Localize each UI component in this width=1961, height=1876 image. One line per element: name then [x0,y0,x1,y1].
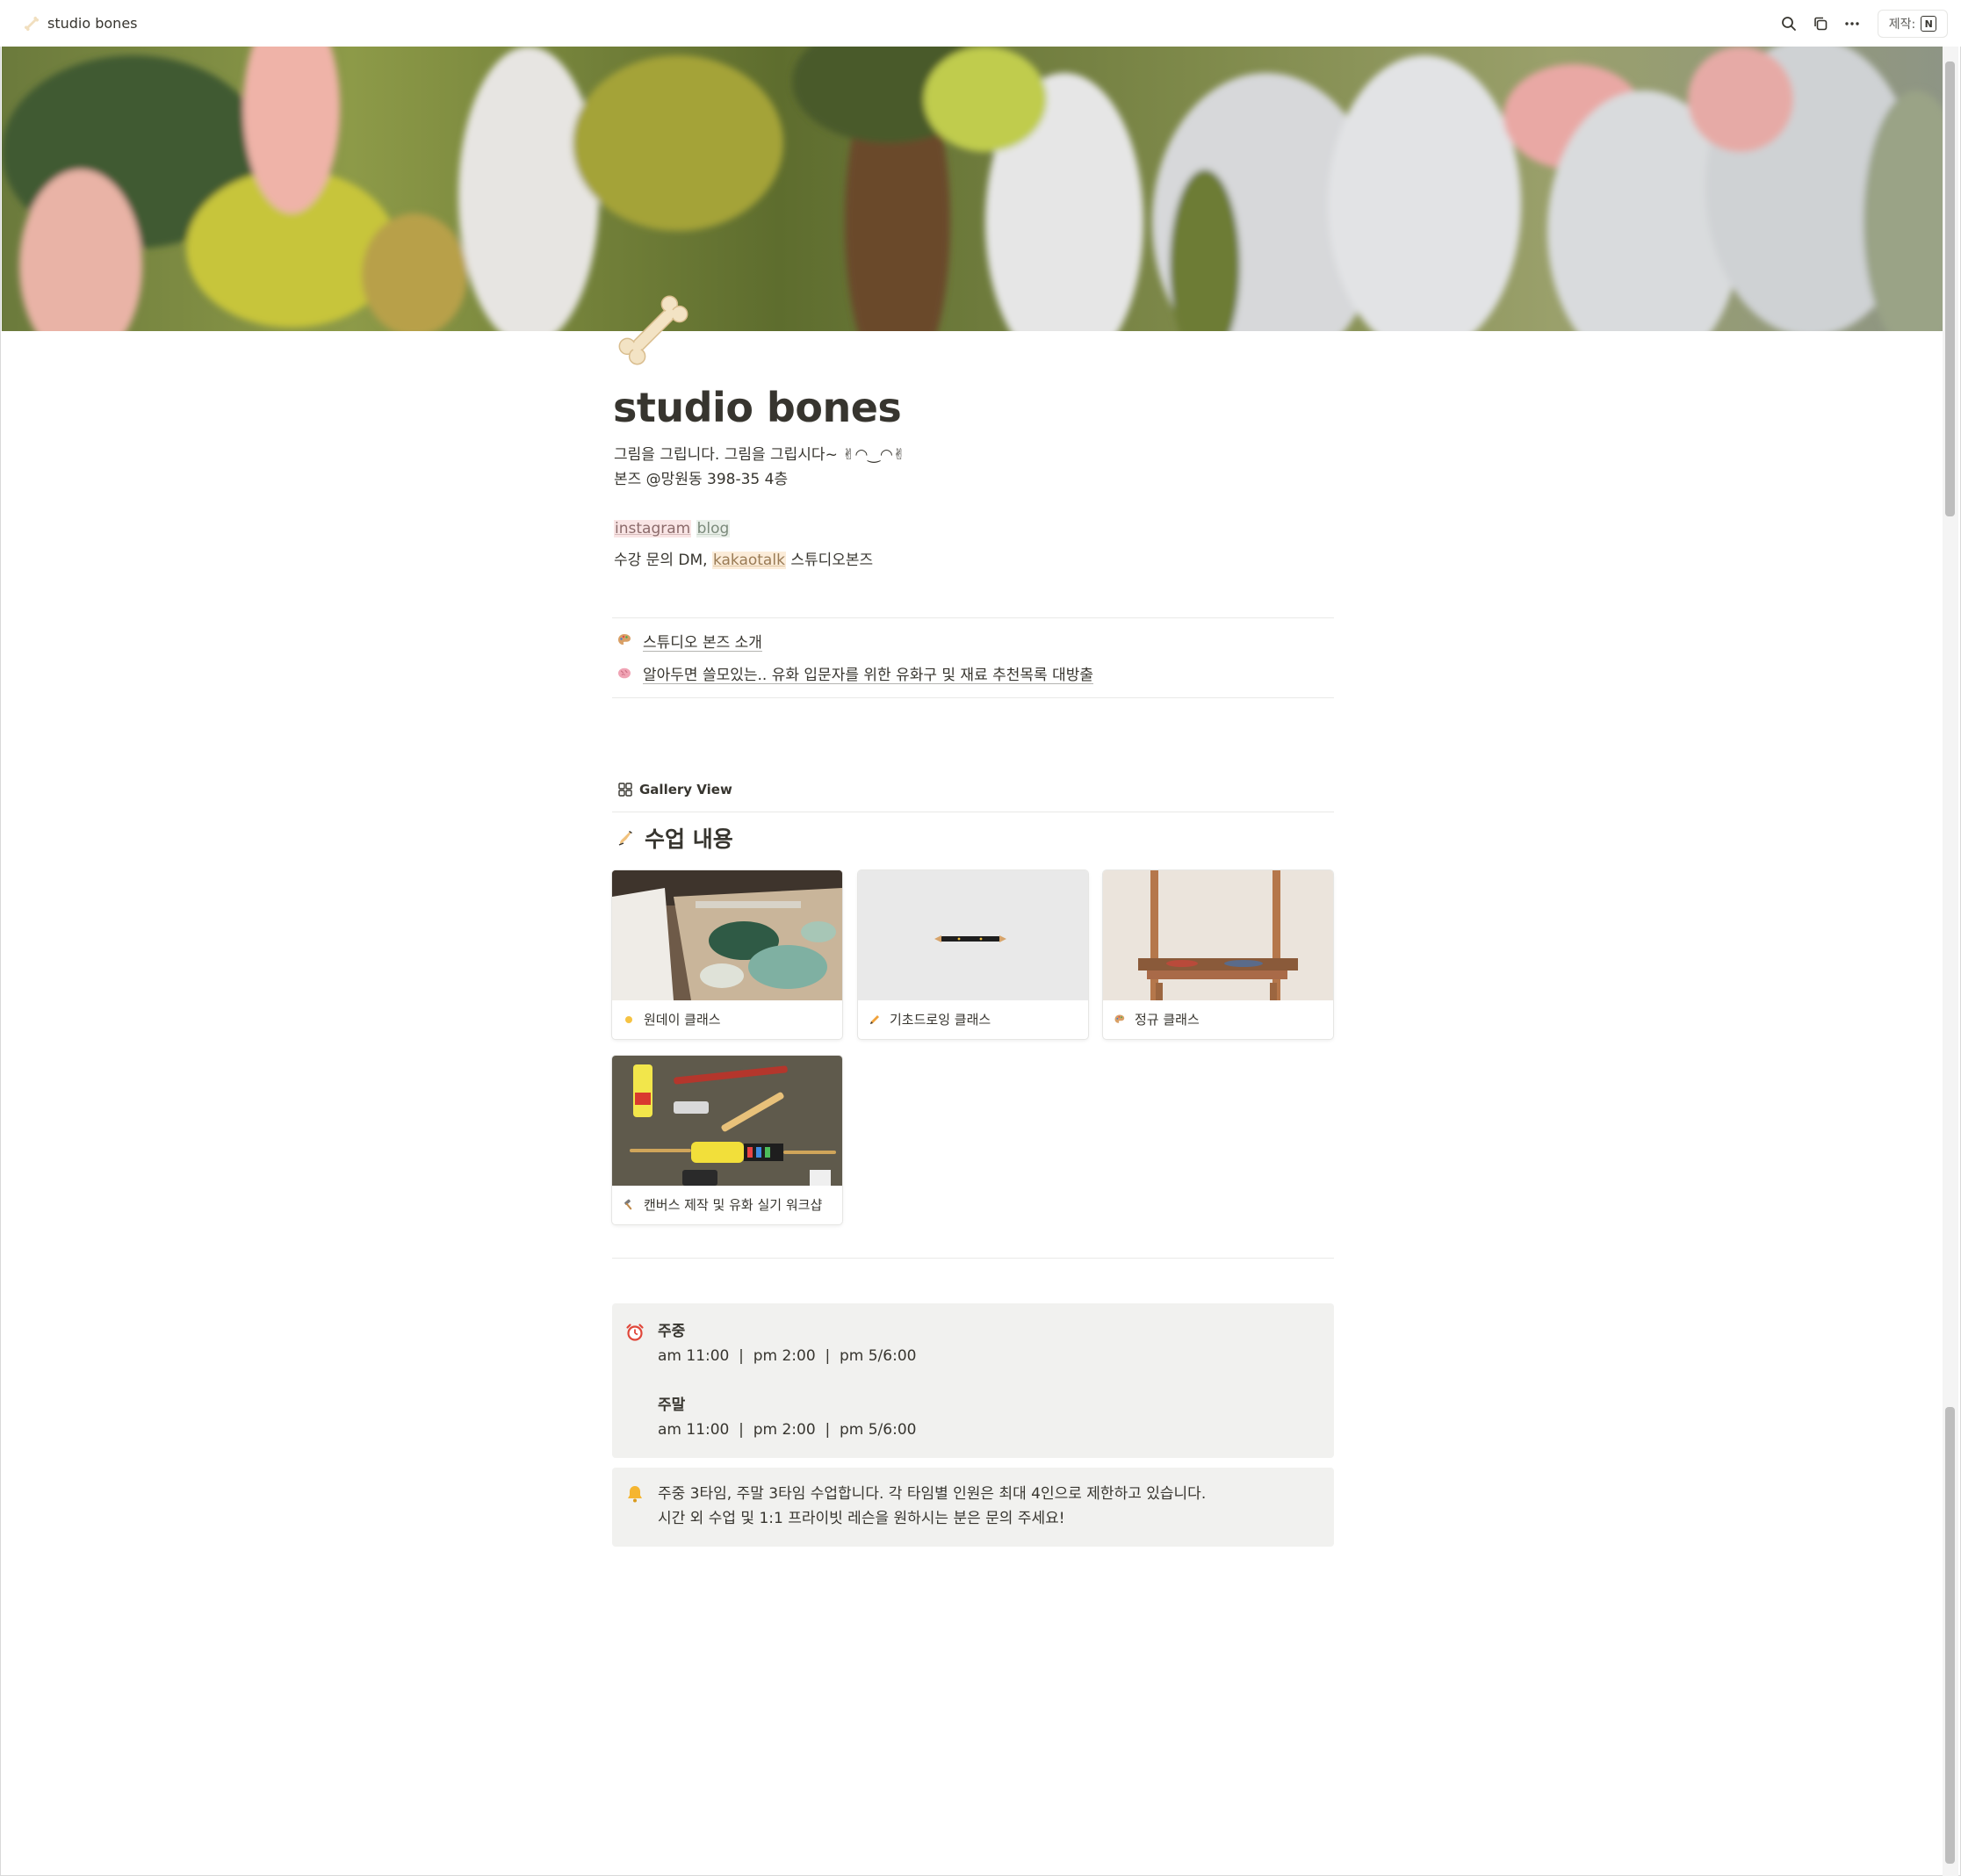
gallery-card-regular[interactable]: 정규 클래스 [1103,870,1333,1039]
weekend-times: am 11:00 | pm 2:00 | pm 5/6:00 [658,1421,917,1439]
search-icon [1782,17,1796,31]
card-thumbnail [612,1056,842,1186]
notion-logo-icon: N [1921,16,1937,32]
duplicate-button[interactable] [1808,11,1833,36]
divider [612,697,1334,698]
divider [612,617,1334,618]
inquiry-prefix: 수강 문의 DM, [614,552,712,569]
subpage-link-label: 스튜디오 본즈 소개 [643,633,762,652]
gallery-view-label: Gallery View [639,782,732,797]
card-caption: 기초드로잉 클래스 [858,1000,1088,1039]
card-thumbnail [858,870,1088,1000]
duplicate-icon [1814,17,1828,31]
address-text: 본즈 @망원동 398-35 4층 [614,471,789,488]
subpage-link-materials[interactable]: 알아두면 쓸모있는.. 유화 입문자를 위한 유화구 및 재료 추천목록 대방출 [615,660,1093,685]
hammer-icon [623,1194,637,1216]
bone-icon [618,295,689,365]
gallery-card-canvas-workshop[interactable]: 캔버스 제작 및 유화 실기 워크샵 [612,1056,842,1224]
bone-icon [24,16,40,32]
pencil-icon [869,1009,883,1030]
divider [612,1258,1334,1259]
schedule-callout: 주중 am 11:00 | pm 2:00 | pm 5/6:00 주말 am … [612,1303,1334,1458]
search-button[interactable] [1777,11,1801,36]
social-links: instagram blog [614,517,731,540]
weekday-label: 주중 [658,1323,686,1340]
card-thumbnail [612,870,842,1000]
page-title: studio bones [613,384,902,431]
weekday-times: am 11:00 | pm 2:00 | pm 5/6:00 [658,1347,917,1365]
writing-hand-icon [618,831,632,846]
inquiry-suffix: 스튜디오본즈 [785,552,874,569]
breadcrumb-page-title[interactable]: studio bones [47,14,138,33]
made-with-notion-button[interactable]: 제작: N [1878,10,1948,38]
kakaotalk-link[interactable]: kakaotalk [711,552,786,569]
tagline-text: 그림을 그립니다. 그림을 그립시다~ ✌︎◠‿◠✌︎ [614,446,906,464]
gallery-heading: 수업 내용 [616,822,733,854]
brain-icon [615,663,634,682]
cover-image [2,47,1943,331]
card-title: 정규 클래스 [1135,1012,1200,1028]
notice-callout: 주중 3타임, 주말 3타임 수업합니다. 각 타임별 인원은 최대 4인으로 … [612,1468,1334,1547]
alarm-clock-icon [626,1324,644,1341]
card-title: 캔버스 제작 및 유화 실기 워크샵 [644,1197,823,1213]
gallery-card-basic-drawing[interactable]: 기초드로잉 클래스 [858,870,1088,1039]
notice-line-1: 주중 3타임, 주말 3타임 수업합니다. 각 타임별 인원은 최대 4인으로 … [658,1485,1207,1503]
subpage-link-label: 알아두면 쓸모있는.. 유화 입문자를 위한 유화구 및 재료 추천목록 대방출 [643,666,1094,684]
card-caption: 정규 클래스 [1103,1000,1333,1039]
card-caption: 원데이 클래스 [612,1000,842,1039]
made-with-label: 제작: [1888,18,1916,32]
more-options-button[interactable] [1840,11,1864,36]
bell-icon [628,1486,642,1503]
gallery-view-tab[interactable]: Gallery View [618,782,732,797]
inquiry-text: 수강 문의 DM, kakaotalk 스튜디오본즈 [614,549,873,572]
weekend-label: 주말 [658,1396,686,1414]
card-title: 원데이 클래스 [644,1012,721,1028]
blog-link[interactable]: blog [696,520,731,538]
card-thumbnail [1103,870,1333,1000]
gallery-card-oneday[interactable]: 원데이 클래스 [612,870,842,1039]
card-caption: 캔버스 제작 및 유화 실기 워크샵 [612,1186,842,1224]
scrollbar-thumb-lower[interactable] [1945,1407,1955,1864]
gallery-grid-icon [618,783,632,797]
top-bar: studio bones 제작: N [0,0,1961,47]
palette-icon [615,631,634,650]
notice-line-2: 시간 외 수업 및 1:1 프라이빗 레슨을 원하시는 분은 문의 주세요! [658,1510,1065,1527]
instagram-link[interactable]: instagram [614,520,692,538]
more-horizontal-icon [1845,22,1859,25]
scrollbar-thumb[interactable] [1945,61,1955,516]
sun-icon [623,1009,637,1030]
subpage-link-studio-intro[interactable]: 스튜디오 본즈 소개 [615,628,762,653]
gallery-heading-text: 수업 내용 [645,826,733,852]
palette-icon [1114,1009,1128,1030]
card-title: 기초드로잉 클래스 [890,1012,991,1028]
